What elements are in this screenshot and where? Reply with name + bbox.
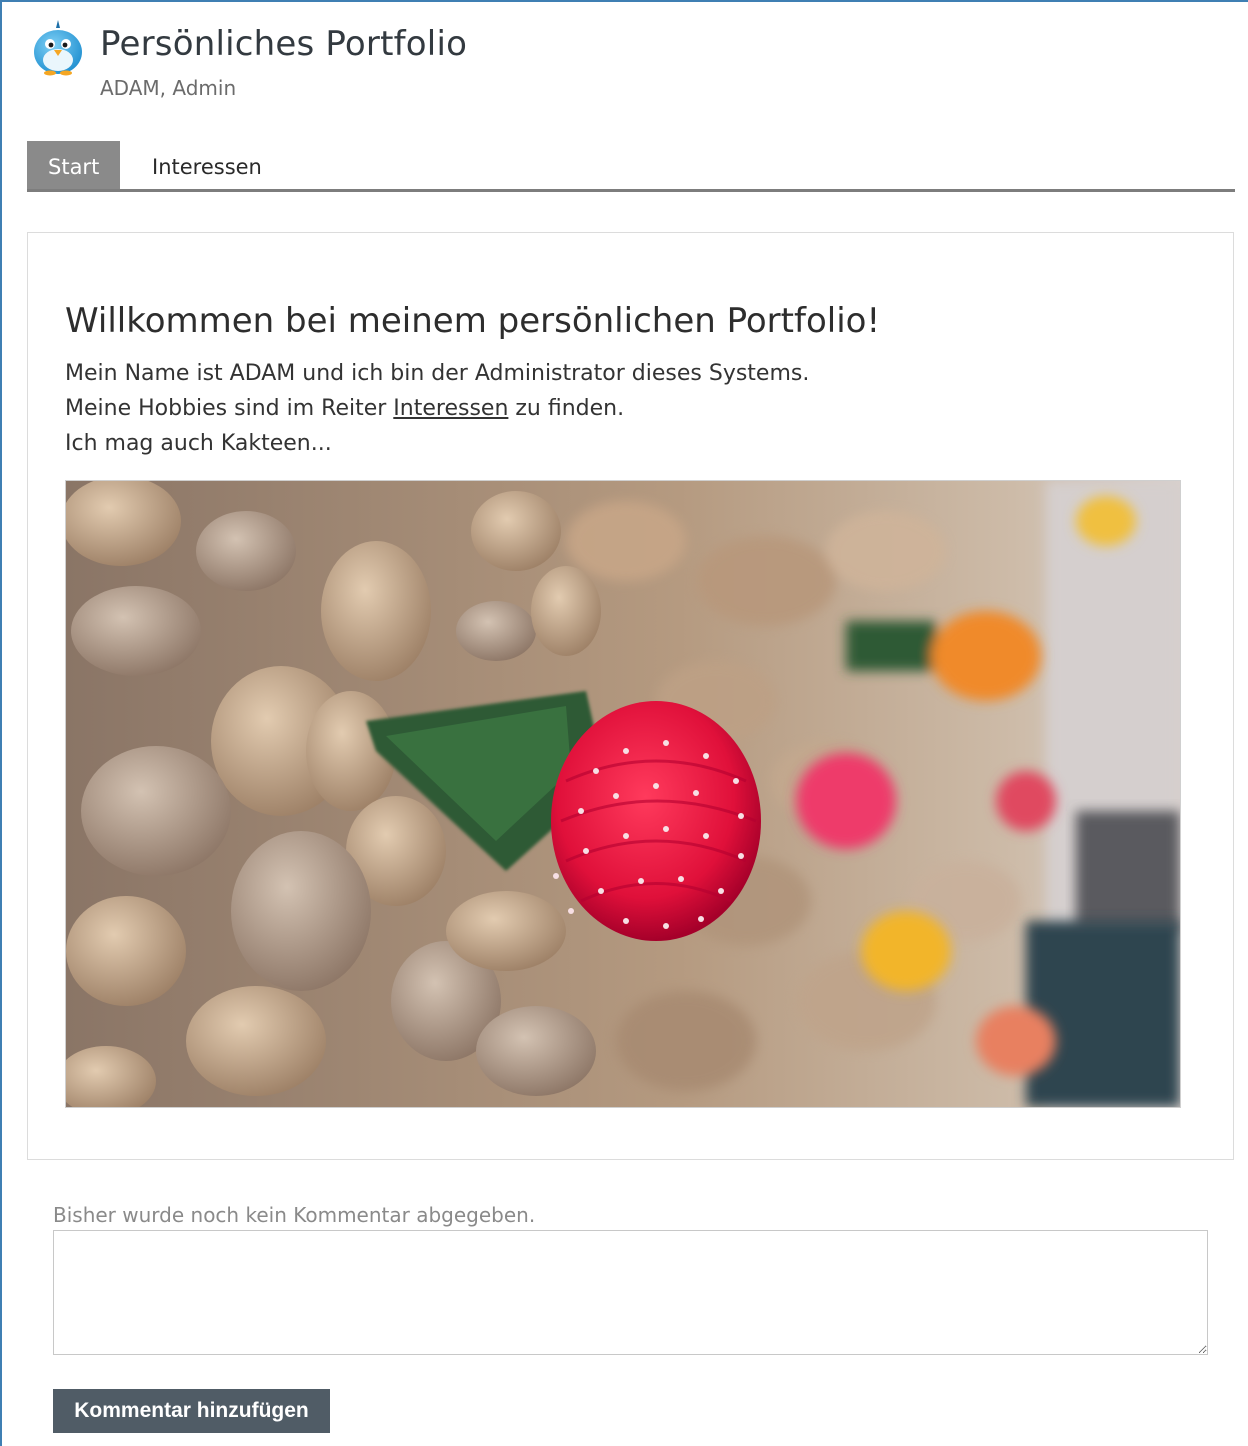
welcome-heading: Willkommen bei meinem persönlichen Portf… [65,301,881,341]
tab-bar: Start Interessen [27,141,1235,192]
add-comment-button[interactable]: Kommentar hinzufügen [53,1389,330,1433]
interessen-link[interactable]: Interessen [393,396,508,421]
tab-interessen[interactable]: Interessen [131,141,283,189]
hobbies-text-after: zu finden. [508,396,625,421]
owner-subtitle: ADAM, Admin [100,76,237,100]
intro-line: Mein Name ist ADAM und ich bin der Admin… [65,361,810,386]
bird-avatar-icon [30,18,86,76]
page-title: Persönliches Portfolio [100,24,468,64]
portfolio-header: Persönliches Portfolio ADAM, Admin [30,18,730,108]
hobbies-line: Meine Hobbies sind im Reiter Interessen … [65,396,624,421]
tab-start[interactable]: Start [27,141,121,189]
cactus-photo [65,480,1181,1108]
comment-textarea[interactable] [53,1230,1208,1355]
hobbies-text-before: Meine Hobbies sind im Reiter [65,396,394,421]
content-panel: Willkommen bei meinem persönlichen Portf… [27,232,1234,1160]
no-comment-notice: Bisher wurde noch kein Kommentar abgegeb… [53,1203,536,1227]
cactus-line: Ich mag auch Kakteen... [65,431,332,456]
